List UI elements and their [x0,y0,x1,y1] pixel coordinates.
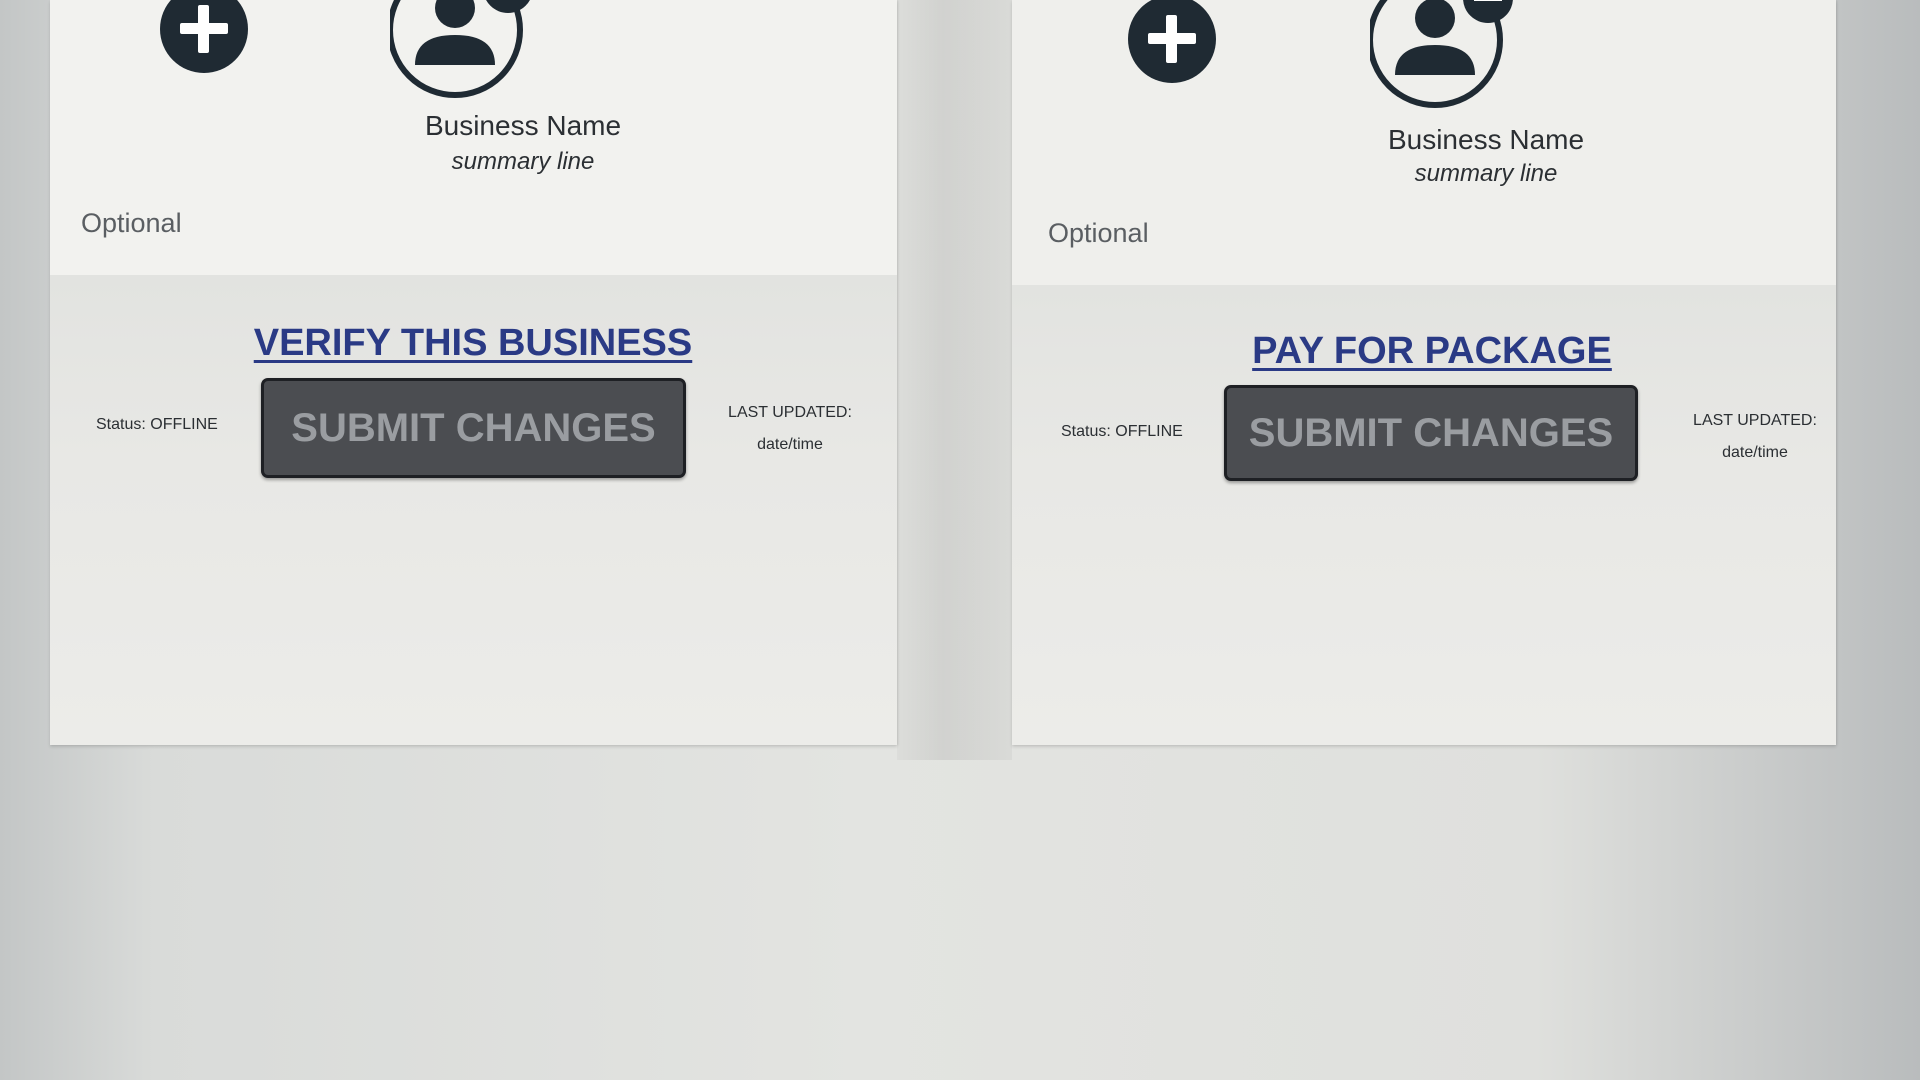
status-label: Status: OFFLINE [96,416,218,433]
last-updated-value: date/time [757,436,823,453]
user-remove-icon[interactable] [1370,0,1520,110]
business-name: Business Name [424,110,622,141]
card-action-section: VERIFY THIS BUSINESS Status: OFFLINE SUB… [50,275,897,745]
pay-for-package-link[interactable]: PAY FOR PACKAGE [1182,330,1682,373]
plus-circle-icon[interactable] [1128,0,1216,83]
verify-business-link[interactable]: VERIFY THIS BUSINESS [223,322,723,365]
optional-label: Optional [1048,218,1149,248]
summary-line: summary line [1414,160,1558,187]
card-header-section: Business Name summary line Optional [50,0,897,275]
plus-circle-icon[interactable] [160,0,248,73]
last-updated-label: LAST UPDATED: [1693,412,1817,429]
card-header-section: Business Name summary line Optional [1012,0,1836,285]
business-card-pay: Business Name summary line Optional PAY … [1012,0,1836,745]
last-updated-label: LAST UPDATED: [728,404,852,421]
card-action-section: PAY FOR PACKAGE Status: OFFLINE SUBMIT C… [1012,285,1836,745]
card-gap [897,0,1012,760]
summary-line: summary line [451,148,595,175]
submit-changes-button[interactable]: SUBMIT CHANGES [261,378,686,478]
user-remove-icon[interactable] [390,0,540,100]
business-card-verify: Business Name summary line Optional VERI… [50,0,897,745]
submit-changes-button[interactable]: SUBMIT CHANGES [1224,385,1638,481]
optional-label: Optional [81,208,182,238]
last-updated-value: date/time [1722,444,1788,461]
business-name: Business Name [1387,124,1585,155]
status-label: Status: OFFLINE [1061,423,1183,440]
